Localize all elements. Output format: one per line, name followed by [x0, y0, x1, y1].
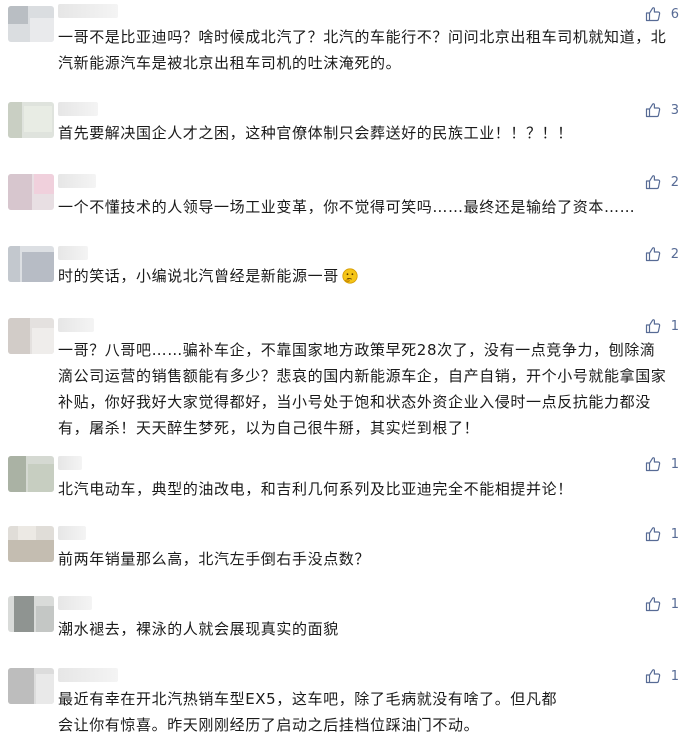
comment-text: 潮水褪去，裸泳的人就会展现真实的面貌	[58, 620, 339, 638]
comment-item: 一个不懂技术的人领导一场工业变革，你不觉得可笑吗……最终还是输给了资本…… 2	[0, 174, 697, 220]
nickname-placeholder	[58, 102, 98, 116]
like-count: 2	[670, 246, 679, 262]
comment-item: 一哥不是比亚迪吗？啥时候成北汽了？北汽的车能行不？问问北京出租车司机就知道，北汽…	[0, 4, 697, 74]
comment-text: 最近有幸在开北汽热销车型EX5，这车吧，除了毛病就没有啥了。但凡都会让你有惊喜。…	[58, 690, 558, 734]
comment-text: 一哥？八哥吧……骗补车企，不靠国家地方政策早死28次了，没有一点竞争力，刨除滴滴…	[58, 341, 667, 437]
nickname-placeholder	[58, 318, 94, 332]
avatar[interactable]	[8, 102, 54, 138]
nickname-placeholder	[58, 174, 96, 188]
like-count: 3	[670, 102, 679, 118]
comment-item: 最近有幸在开北汽热销车型EX5，这车吧，除了毛病就没有啥了。但凡都会让你有惊喜。…	[0, 666, 697, 756]
thumbs-up-icon	[645, 457, 660, 472]
avatar[interactable]	[8, 318, 54, 354]
comment-list: 一哥不是比亚迪吗？啥时候成北汽了？北汽的车能行不？问问北京出租车司机就知道，北汽…	[0, 0, 697, 756]
avatar[interactable]	[8, 456, 54, 492]
like-count: 6	[670, 6, 679, 22]
avatar[interactable]	[8, 668, 54, 704]
comment-text: 时的笑话，小编说北汽曾经是新能源一哥	[58, 263, 670, 289]
thumbs-up-icon	[645, 319, 660, 334]
thumbs-up-icon	[645, 247, 660, 262]
like-button[interactable]: 1	[645, 596, 679, 612]
nickname-placeholder	[58, 456, 82, 470]
comment-item: 潮水褪去，裸泳的人就会展现真实的面貌 1	[0, 596, 697, 642]
like-count: 1	[670, 456, 679, 472]
like-button[interactable]: 1	[645, 456, 679, 472]
like-count: 1	[670, 668, 679, 684]
comment-text: 前两年销量那么高，北汽左手倒右手没点数？	[58, 550, 371, 568]
like-button[interactable]: 3	[645, 102, 679, 118]
like-button[interactable]: 1	[645, 318, 679, 334]
comment-text: 一个不懂技术的人领导一场工业变革，你不觉得可笑吗……最终还是输给了资本……	[58, 198, 636, 216]
avatar[interactable]	[8, 526, 54, 562]
nickname-placeholder	[58, 596, 92, 610]
comment-item: 一哥？八哥吧……骗补车企，不靠国家地方政策早死28次了，没有一点竞争力，刨除滴滴…	[0, 318, 697, 437]
thumbs-up-icon	[645, 669, 660, 684]
like-button[interactable]: 1	[645, 668, 679, 684]
comment-item: 时的笑话，小编说北汽曾经是新能源一哥 2	[0, 246, 697, 292]
like-count: 1	[670, 526, 679, 542]
like-count: 1	[670, 318, 679, 334]
like-button[interactable]: 6	[645, 6, 679, 22]
like-button[interactable]: 1	[645, 526, 679, 542]
thumbs-up-icon	[645, 597, 660, 612]
thumbs-up-icon	[645, 103, 660, 118]
like-button[interactable]: 2	[645, 174, 679, 190]
comment-text-body: 时的笑话，小编说北汽曾经是新能源一哥	[58, 267, 339, 285]
avatar[interactable]	[8, 246, 54, 282]
thumbs-up-icon	[645, 175, 660, 190]
avatar[interactable]	[8, 174, 54, 210]
thumbs-up-icon	[645, 527, 660, 542]
comment-item: 前两年销量那么高，北汽左手倒右手没点数？ 1	[0, 526, 697, 572]
avatar[interactable]	[8, 596, 54, 632]
like-count: 2	[670, 174, 679, 190]
comment-text: 首先要解决国企人才之困，这种官僚体制只会葬送好的民族工业！！？！！	[58, 124, 573, 142]
like-count: 1	[670, 596, 679, 612]
nickname-placeholder	[58, 526, 86, 540]
comment-item: 北汽电动车，典型的油改电，和吉利几何系列及比亚迪完全不能相提并论！ 1	[0, 456, 697, 502]
nickname-placeholder	[58, 4, 118, 18]
thinking-face-emoji	[342, 268, 358, 284]
comment-item: 首先要解决国企人才之困，这种官僚体制只会葬送好的民族工业！！？！！ 3	[0, 102, 697, 148]
like-button[interactable]: 2	[645, 246, 679, 262]
thumbs-up-icon	[645, 7, 660, 22]
comment-text: 一哥不是比亚迪吗？啥时候成北汽了？北汽的车能行不？问问北京出租车司机就知道，北汽…	[58, 28, 667, 72]
nickname-placeholder	[58, 246, 88, 260]
comment-text: 北汽电动车，典型的油改电，和吉利几何系列及比亚迪完全不能相提并论！	[58, 480, 573, 498]
nickname-placeholder	[58, 668, 118, 682]
avatar[interactable]	[8, 6, 54, 42]
